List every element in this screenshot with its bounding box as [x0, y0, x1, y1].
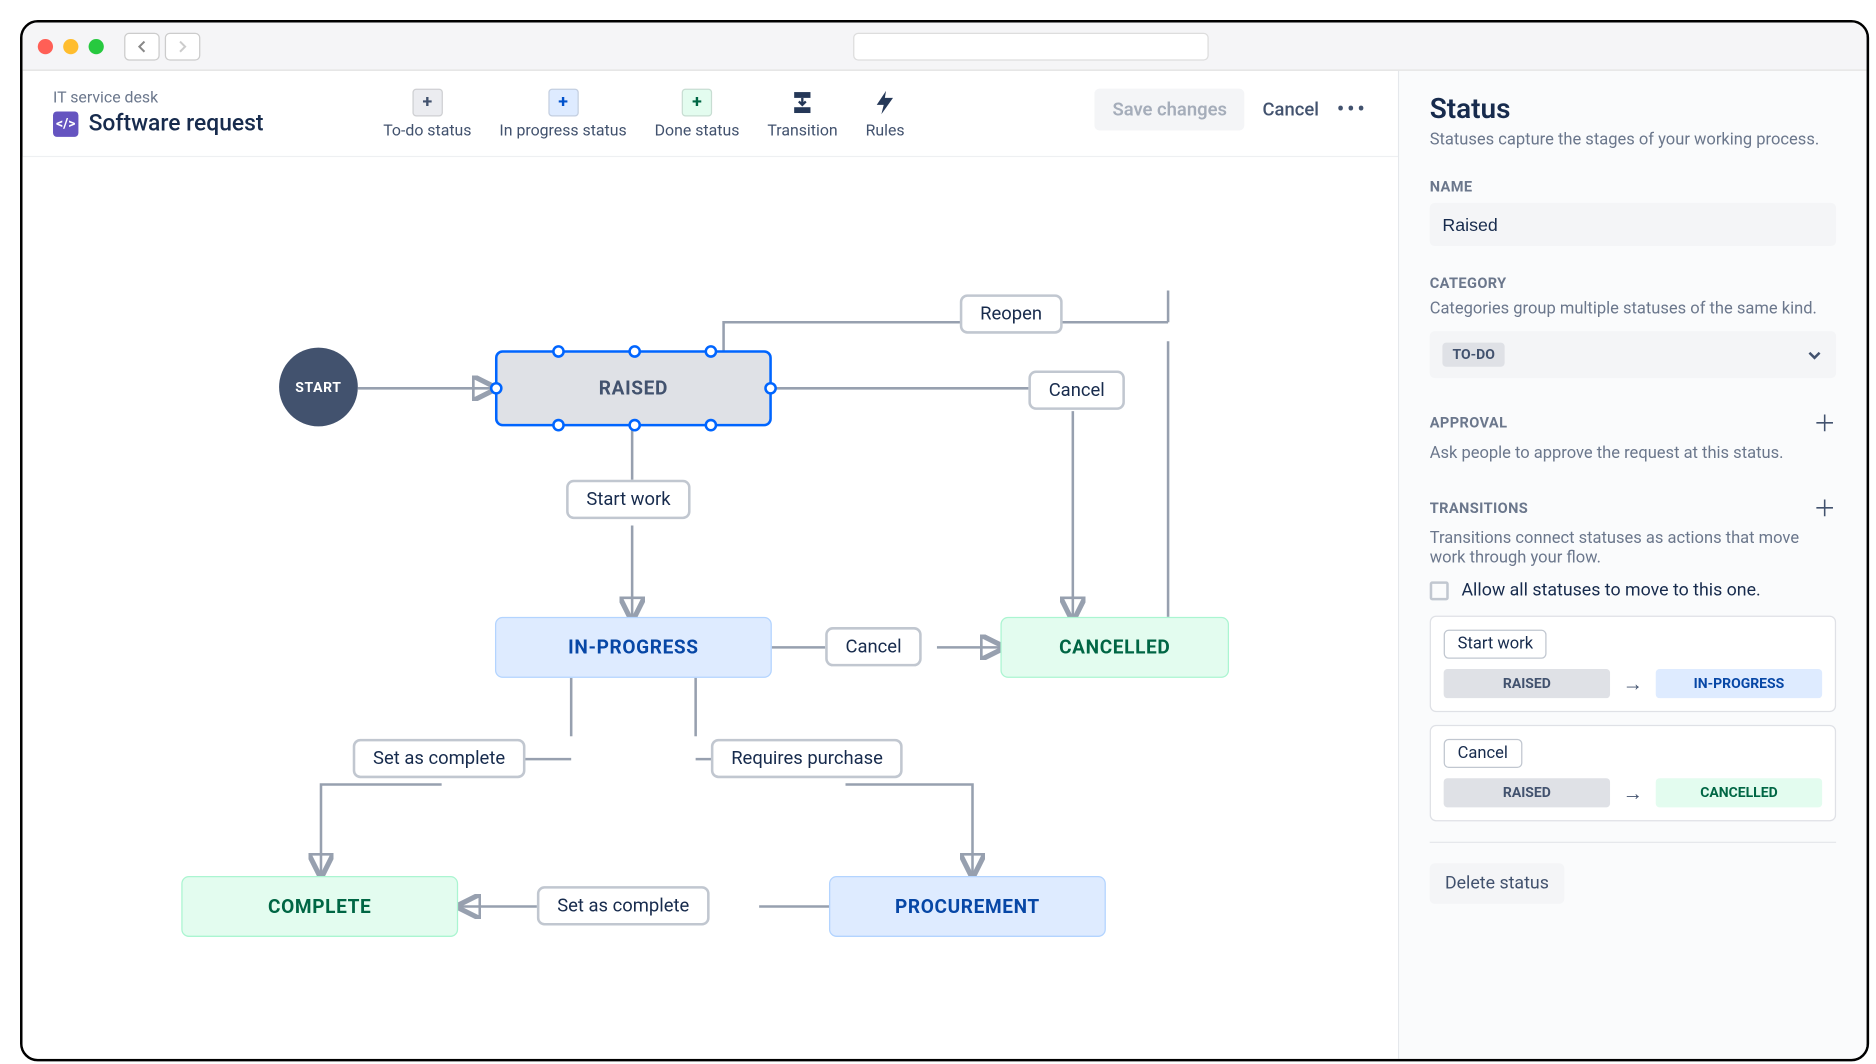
resize-handle[interactable] — [628, 419, 641, 432]
rules-button[interactable]: Rules — [866, 89, 905, 141]
transitions-desc: Transitions connect statuses as actions … — [1430, 529, 1836, 567]
category-label: CATEGORY — [1430, 274, 1836, 292]
add-transition-button[interactable]: Transition — [767, 89, 837, 141]
transition-card[interactable]: Start work RAISED → IN-PROGRESS — [1430, 616, 1836, 713]
label: To-do status — [383, 122, 471, 141]
status-inprogress[interactable]: IN-PROGRESS — [495, 617, 772, 678]
status-procurement[interactable]: PROCUREMENT — [829, 876, 1106, 937]
add-approval-button[interactable]: ＋ — [1813, 406, 1836, 439]
transition-to-pill: IN-PROGRESS — [1656, 669, 1822, 698]
lightning-icon — [871, 89, 899, 117]
approval-desc: Ask people to approve the request at thi… — [1430, 444, 1836, 463]
label: In progress status — [499, 122, 626, 141]
arrow-right-icon: → — [1623, 671, 1643, 696]
resize-handle[interactable] — [704, 419, 717, 432]
checkbox-icon[interactable] — [1430, 581, 1449, 600]
panel-subtitle: Statuses capture the stages of your work… — [1430, 130, 1836, 149]
transition-from-pill: RAISED — [1444, 669, 1610, 698]
add-inprogress-status-button[interactable]: + In progress status — [499, 89, 626, 141]
minimize-window-icon[interactable] — [63, 38, 78, 53]
start-node[interactable]: START — [279, 348, 358, 427]
transition-setcomplete-2[interactable]: Set as complete — [537, 886, 710, 925]
transition-card-label: Start work — [1444, 630, 1547, 659]
name-label: NAME — [1430, 177, 1836, 195]
project-icon: </> — [53, 111, 78, 136]
name-input[interactable] — [1430, 203, 1836, 246]
url-bar[interactable] — [853, 32, 1209, 60]
transition-setcomplete-1[interactable]: Set as complete — [353, 739, 526, 778]
status-complete[interactable]: COMPLETE — [181, 876, 458, 937]
transitions-label: TRANSITIONS — [1430, 499, 1528, 517]
forward-button[interactable] — [165, 32, 201, 60]
resize-handle[interactable] — [552, 419, 565, 432]
workflow-title: Software request — [89, 110, 264, 137]
add-todo-status-button[interactable]: + To-do status — [383, 89, 471, 141]
resize-handle[interactable] — [704, 345, 717, 358]
window-controls — [38, 38, 104, 53]
delete-status-button[interactable]: Delete status — [1430, 863, 1564, 904]
add-done-status-button[interactable]: + Done status — [655, 89, 740, 141]
close-window-icon[interactable] — [38, 38, 53, 53]
chevron-down-icon — [1806, 346, 1824, 364]
transition-card[interactable]: Cancel RAISED → CANCELLED — [1430, 725, 1836, 822]
transition-requirespurchase[interactable]: Requires purchase — [711, 739, 903, 778]
divider — [1430, 842, 1836, 843]
status-toolbar: + To-do status + In progress status + Do… — [383, 89, 904, 141]
transition-card-label: Cancel — [1444, 739, 1522, 768]
back-button[interactable] — [124, 32, 160, 60]
titlebar — [23, 23, 1867, 71]
transition-cancel-mid[interactable]: Cancel — [825, 627, 922, 666]
approval-label: APPROVAL — [1430, 414, 1508, 432]
resize-handle[interactable] — [764, 382, 777, 395]
category-select[interactable]: TO-DO — [1430, 331, 1836, 378]
action-buttons: Save changes Cancel ••• — [1095, 89, 1368, 131]
app-window: IT service desk </> Software request + T… — [20, 20, 1869, 1061]
label: Done status — [655, 122, 740, 141]
status-label: RAISED — [599, 377, 668, 400]
transition-from-pill: RAISED — [1444, 778, 1610, 807]
category-value: TO-DO — [1442, 343, 1505, 367]
transition-reopen[interactable]: Reopen — [960, 294, 1063, 333]
breadcrumb: IT service desk </> Software request — [53, 89, 358, 137]
arrow-right-icon: → — [1623, 780, 1643, 805]
transition-icon — [789, 89, 817, 117]
zoom-window-icon[interactable] — [89, 38, 104, 53]
resize-handle[interactable] — [490, 382, 503, 395]
transition-to-pill: CANCELLED — [1656, 778, 1822, 807]
status-cancelled[interactable]: CANCELLED — [1000, 617, 1229, 678]
label: Transition — [767, 122, 837, 141]
transition-startwork[interactable]: Start work — [566, 480, 691, 519]
more-button[interactable]: ••• — [1337, 96, 1368, 123]
workflow-canvas[interactable]: START RAISED Reopen Cancel Start work IN… — [23, 157, 1398, 1059]
project-name[interactable]: IT service desk — [53, 89, 358, 108]
save-button[interactable]: Save changes — [1095, 89, 1245, 131]
resize-handle[interactable] — [552, 345, 565, 358]
add-transition-button[interactable]: ＋ — [1813, 491, 1836, 524]
nav-buttons — [124, 32, 200, 60]
resize-handle[interactable] — [628, 345, 641, 358]
top-toolbar: IT service desk </> Software request + T… — [23, 71, 1398, 157]
status-raised[interactable]: RAISED — [495, 350, 772, 426]
category-desc: Categories group multiple statuses of th… — [1430, 299, 1836, 318]
panel-title: Status — [1430, 94, 1836, 126]
label: Rules — [866, 122, 905, 141]
allow-all-label: Allow all statuses to move to this one. — [1461, 580, 1760, 600]
status-side-panel: Status Statuses capture the stages of yo… — [1399, 71, 1866, 1059]
cancel-button[interactable]: Cancel — [1263, 99, 1319, 121]
allow-all-checkbox-row[interactable]: Allow all statuses to move to this one. — [1430, 580, 1836, 600]
transition-cancel-top[interactable]: Cancel — [1028, 371, 1125, 410]
